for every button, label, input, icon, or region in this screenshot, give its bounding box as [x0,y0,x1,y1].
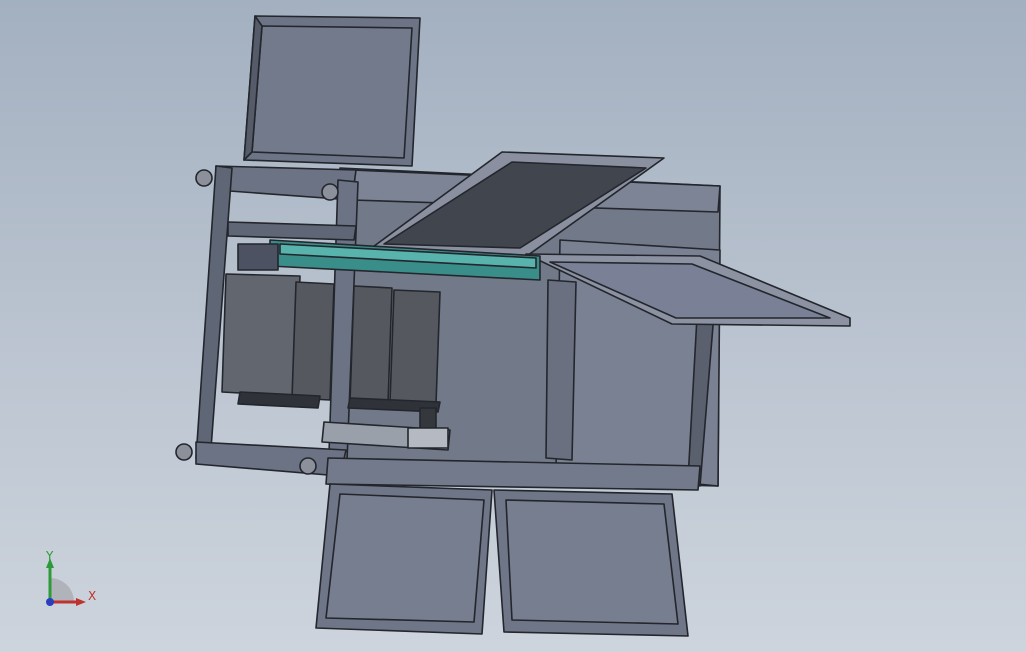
y-axis-label: Y [45,549,54,563]
bottom-right-door [493,489,689,637]
x-axis-label: X [88,589,96,603]
bottom-left-door [315,483,493,635]
top-left-lid [243,15,421,167]
machine-assembly-model[interactable] [0,0,1026,652]
coordinate-triad-icon: Y X [30,548,100,618]
cad-graphics-viewport[interactable]: Y X [0,0,1026,652]
